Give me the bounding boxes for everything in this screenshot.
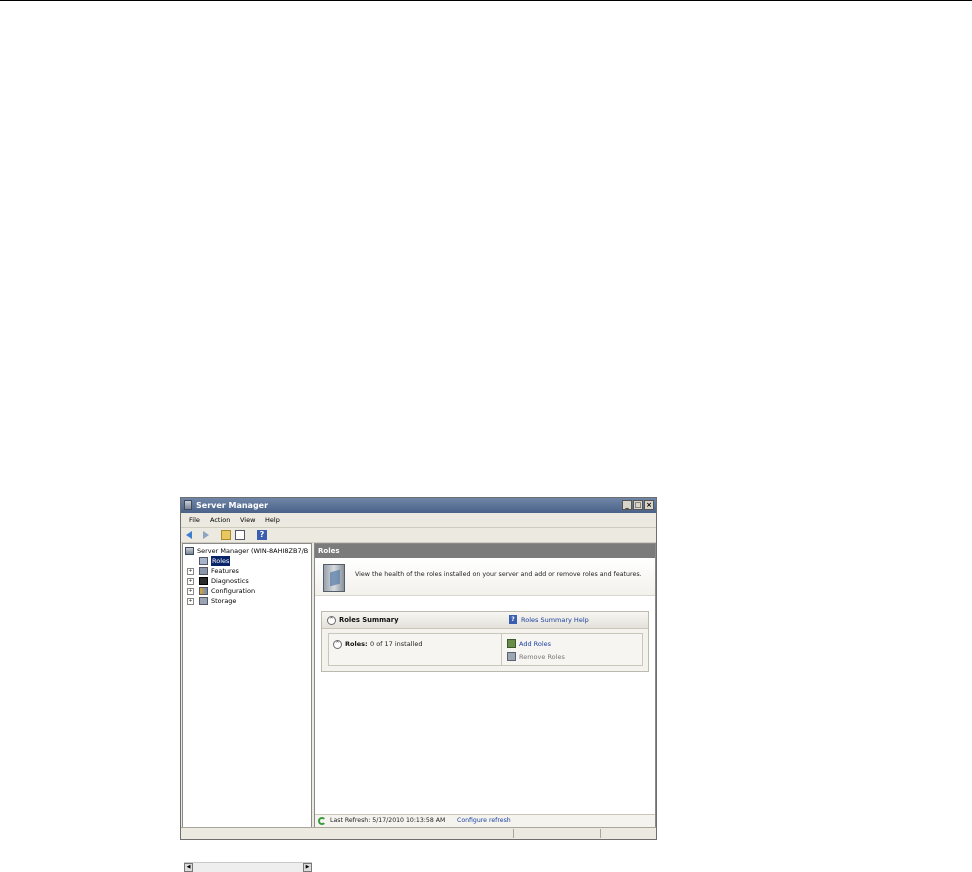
back-arrow-icon[interactable] [186,530,196,540]
status-divider [600,829,601,838]
tree-item-configuration[interactable]: + Configuration [187,586,307,596]
menu-view[interactable]: View [240,514,255,526]
title-bar[interactable]: Server Manager _ □ × [181,498,656,513]
menu-action[interactable]: Action [210,514,230,526]
remove-roles-icon [507,652,516,661]
tree-item-label: Roles [211,556,231,566]
close-button[interactable]: × [644,500,654,510]
intro-section: View the health of the roles installed o… [315,559,655,596]
tree-item-label: Storage [211,597,237,605]
menu-file[interactable]: File [189,514,200,526]
server-icon [185,547,194,555]
roles-icon [199,557,208,565]
forward-arrow-icon[interactable] [200,530,210,540]
roles-installed-count: 0 of 17 installed [370,640,423,648]
status-bar [181,827,656,839]
roles-summary-body: ^ Roles: 0 of 17 installed Add Roles Rem… [328,633,643,666]
refresh-icon[interactable] [318,817,326,825]
scroll-left-button[interactable]: ◀ [184,863,193,872]
diagnostics-icon [199,577,208,585]
horizontal-scrollbar[interactable]: ◀ ▶ [184,862,312,872]
collapse-icon[interactable]: ^ [327,616,336,625]
top-border-line [0,0,972,1]
roles-summary-section: ^ Roles Summary ? Roles Summary Help ^ R… [321,611,649,672]
remove-roles-link[interactable]: Remove Roles [519,653,565,661]
tree-item-diagnostics[interactable]: + Diagnostics [187,576,307,586]
server-manager-window: Server Manager _ □ × File Action View He… [180,497,657,872]
refresh-bar: Last Refresh: 5/17/2010 10:13:58 AM Conf… [315,814,655,827]
scroll-right-button[interactable]: ▶ [303,863,312,872]
roles-label: Roles: [345,640,368,648]
divider [501,634,502,665]
configure-refresh-link[interactable]: Configure refresh [457,815,511,827]
tree-item-storage[interactable]: + Storage [187,596,307,606]
up-folder-icon[interactable] [221,530,231,540]
help-icon[interactable]: ? [257,530,267,540]
toolbar: ? [181,527,656,543]
add-roles-link[interactable]: Add Roles [519,640,551,648]
expand-icon[interactable]: + [187,568,194,575]
add-roles-icon [507,639,516,648]
menu-help[interactable]: Help [265,514,280,526]
collapse-icon[interactable]: ^ [333,640,342,649]
help-icon: ? [509,615,517,624]
tree-item-label: Configuration [211,587,256,595]
expand-icon[interactable]: + [187,588,194,595]
server-manager-icon [184,500,192,510]
tree-item-label: Features [211,567,239,575]
configuration-icon [199,587,208,595]
details-pane: Roles View the health of the roles insta… [314,543,656,828]
last-refresh-text: Last Refresh: 5/17/2010 10:13:58 AM [330,817,446,824]
minimize-button[interactable]: _ [622,500,632,510]
expand-icon[interactable]: + [187,578,194,585]
status-divider [513,829,514,838]
tree-item-label: Diagnostics [211,577,249,585]
features-icon [199,567,208,575]
console-tree-icon[interactable] [235,530,245,540]
intro-text: View the health of the roles installed o… [355,571,642,578]
server-roles-illustration [323,564,345,592]
tree-item-features[interactable]: + Features [187,566,307,576]
storage-icon [199,597,208,605]
window-title: Server Manager [196,501,269,510]
menu-bar: File Action View Help [181,514,656,526]
roles-summary-header: ^ Roles Summary ? Roles Summary Help [322,612,648,629]
expand-icon[interactable]: + [187,598,194,605]
pane-title: Roles [315,544,655,558]
maximize-button[interactable]: □ [633,500,643,510]
roles-summary-help-link[interactable]: Roles Summary Help [521,616,589,624]
navigation-tree: Server Manager (WIN-8AHI8ZB7/B Roles + F… [182,543,312,872]
tree-root-label: Server Manager (WIN-8AHI8ZB7/B [197,547,309,555]
roles-summary-title: Roles Summary [339,616,399,624]
